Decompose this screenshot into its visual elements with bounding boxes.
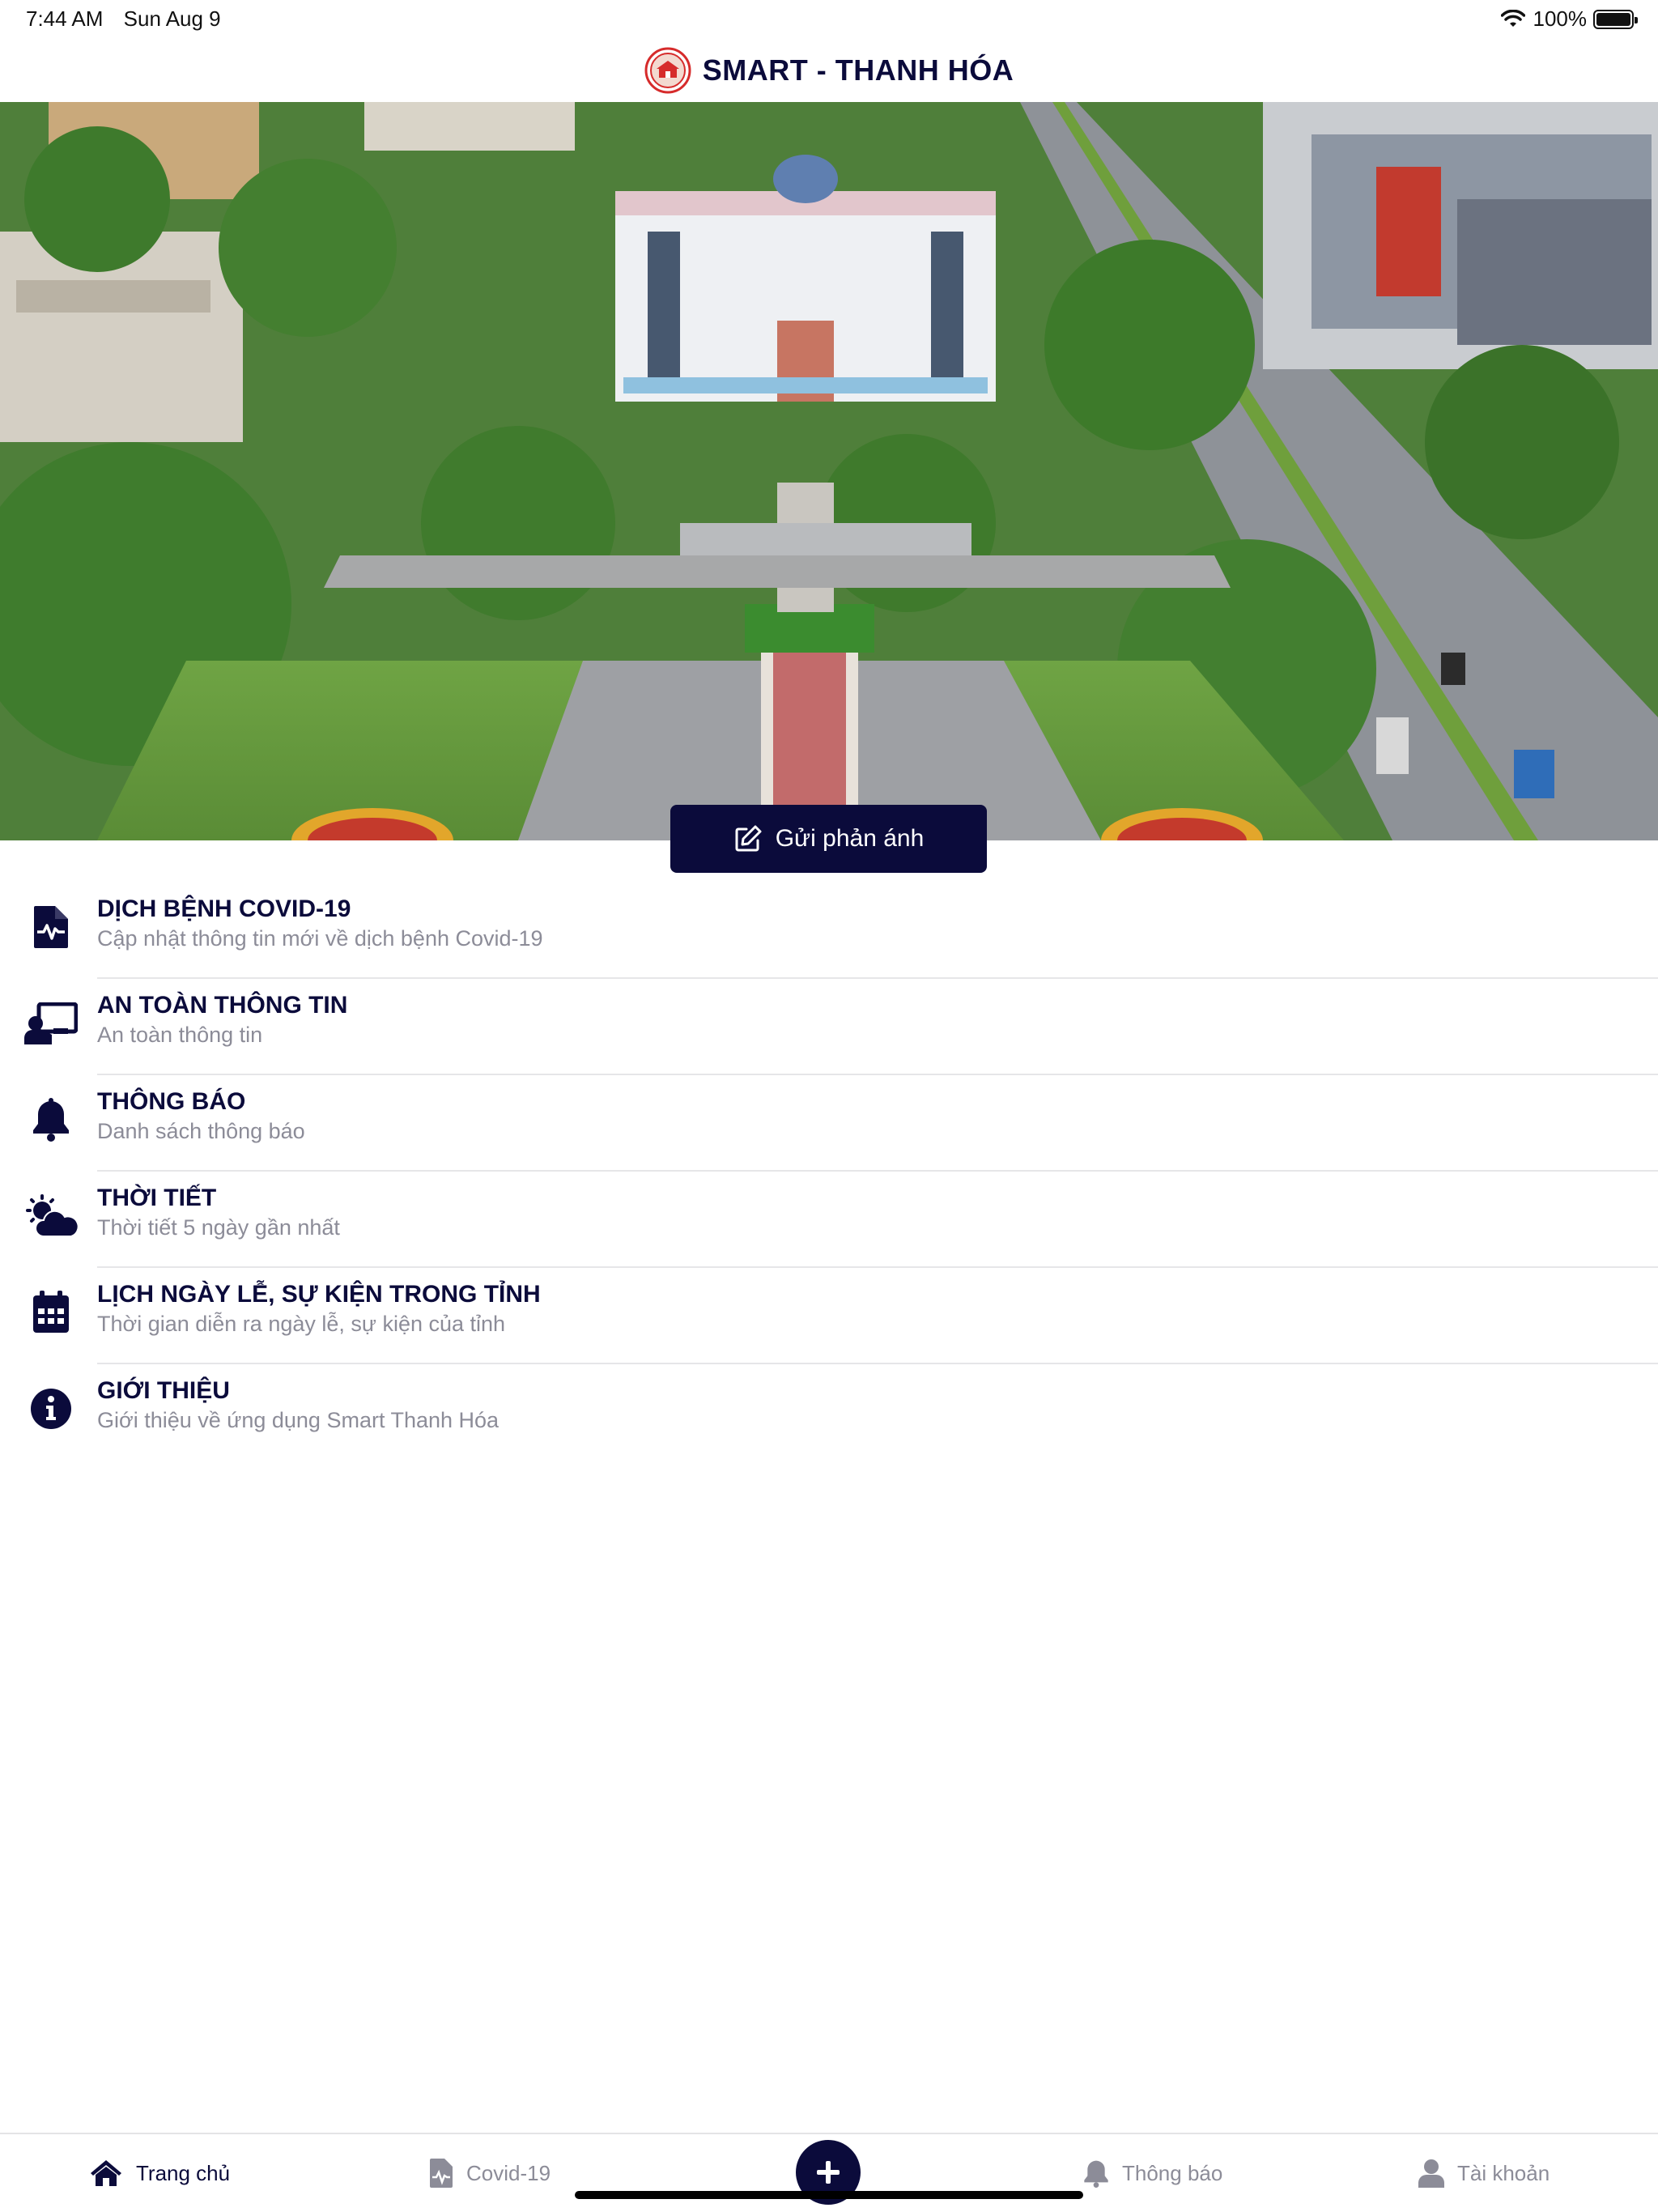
thanh-hoa-emblem-icon (644, 47, 691, 94)
info-icon (23, 1380, 79, 1437)
menu-item-title: THỜI TIẾT (97, 1185, 217, 1211)
bell-icon (1084, 2160, 1108, 2188)
status-bar-left: 7:44 AM Sun Aug 9 (26, 6, 236, 32)
chalkboard-teacher-icon (23, 995, 79, 1052)
plus-icon (817, 2161, 840, 2184)
menu-item-about[interactable]: GIỚI THIỆU Giới thiệu về ứng dụng Smart … (0, 1364, 1658, 1461)
home-indicator (575, 2191, 1083, 2199)
menu-item-holidays-events[interactable]: LỊCH NGÀY LỄ, SỰ KIỆN TRONG TỈNH Thời gi… (0, 1268, 1658, 1364)
tab-label: Thông báo (1122, 2160, 1223, 2185)
tab-home[interactable]: Trang chủ (89, 2134, 230, 2212)
send-feedback-label: Gửi phản ánh (775, 825, 925, 852)
app-header: SMART - THANH HÓA (0, 39, 1658, 102)
calendar-icon (23, 1284, 79, 1341)
tab-label: Tài khoản (1457, 2160, 1550, 2185)
wifi-icon (1500, 9, 1525, 27)
edit-icon (735, 825, 762, 852)
cloud-sun-icon (23, 1188, 79, 1244)
menu-item-title: GIỚI THIỆU (97, 1377, 230, 1404)
menu-item-subtitle: Thời gian diễn ra ngày lễ, sự kiện của t… (97, 1312, 506, 1336)
battery-icon (1593, 9, 1638, 29)
menu-item-info-security[interactable]: AN TOÀN THÔNG TIN An toàn thông tin (0, 979, 1658, 1075)
menu-item-notifications[interactable]: THÔNG BÁO Danh sách thông báo (0, 1075, 1658, 1172)
medical-file-icon (430, 2159, 453, 2188)
bell-icon (23, 1091, 79, 1148)
status-bar: 7:44 AM Sun Aug 9 100% (0, 0, 1658, 39)
menu-item-subtitle: Danh sách thông báo (97, 1119, 305, 1143)
user-icon (1418, 2159, 1444, 2188)
menu-item-title: DỊCH BỆNH COVID-19 (97, 895, 351, 922)
send-feedback-button[interactable]: Gửi phản ánh (670, 805, 987, 873)
menu-item-title: LỊCH NGÀY LỄ, SỰ KIỆN TRONG TỈNH (97, 1281, 541, 1308)
tab-account[interactable]: Tài khoản (1418, 2134, 1550, 2212)
menu-item-subtitle: An toàn thông tin (97, 1023, 263, 1047)
app-title: SMART - THANH HÓA (702, 53, 1014, 87)
menu-item-subtitle: Thời tiết 5 ngày gần nhất (97, 1215, 340, 1240)
tab-label: Covid-19 (466, 2160, 551, 2185)
menu-item-subtitle: Giới thiệu về ứng dụng Smart Thanh Hóa (97, 1408, 500, 1432)
menu-item-title: AN TOÀN THÔNG TIN (97, 992, 348, 1019)
battery-percent: 100% (1533, 6, 1588, 31)
hero-image (0, 102, 1658, 840)
menu-item-title: THÔNG BÁO (97, 1088, 246, 1115)
menu-list: DỊCH BỆNH COVID-19 Cập nhật thông tin mớ… (0, 883, 1658, 1461)
medical-file-icon (23, 899, 79, 955)
menu-item-covid[interactable]: DỊCH BỆNH COVID-19 Cập nhật thông tin mớ… (0, 883, 1658, 979)
status-time: 7:44 AM (26, 6, 104, 31)
home-icon (91, 2160, 121, 2186)
tab-covid[interactable]: Covid-19 (429, 2134, 551, 2212)
menu-item-subtitle: Cập nhật thông tin mới về dịch bệnh Covi… (97, 926, 543, 951)
status-bar-right: 100% (1500, 6, 1638, 32)
status-date: Sun Aug 9 (123, 6, 221, 31)
tab-notifications[interactable]: Thông báo (1083, 2134, 1222, 2212)
menu-item-weather[interactable]: THỜI TIẾT Thời tiết 5 ngày gần nhất (0, 1172, 1658, 1268)
tab-label: Trang chủ (136, 2160, 231, 2185)
